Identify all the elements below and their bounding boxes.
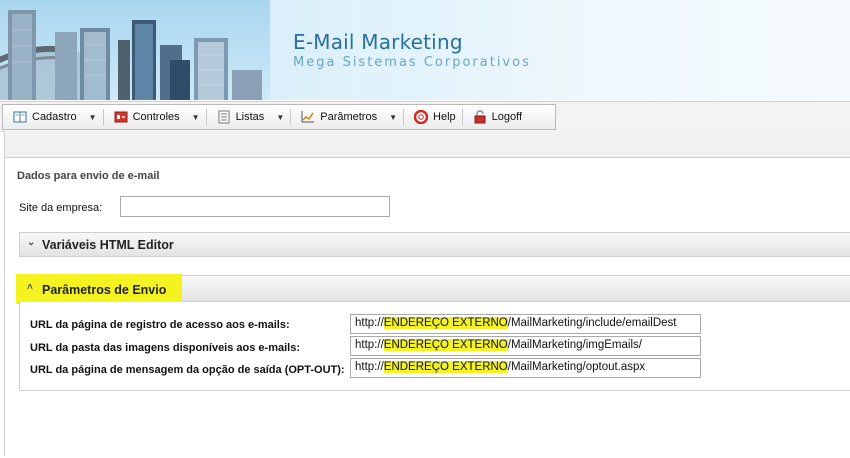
menu-listas[interactable]: Listas ▼ <box>207 105 291 129</box>
url-imagens-input[interactable]: http://ENDEREÇO EXTERNO/MailMarketing/im… <box>350 336 701 356</box>
lock-icon <box>473 110 487 124</box>
lifebuoy-icon <box>413 109 429 125</box>
section-title: Dados para envio de e-mail <box>17 170 160 182</box>
form-container: Dados para envio de e-mail Site da empre… <box>5 157 850 458</box>
panel-html-editor-header[interactable]: ⌄ Variáveis HTML Editor <box>19 232 850 257</box>
chevron-down-icon: ▼ <box>276 112 285 122</box>
skyline-graphic <box>0 10 262 100</box>
highlighted-text: ENDEREÇO EXTERNO <box>383 339 508 351</box>
menu-logoff[interactable]: Logoff <box>463 105 528 129</box>
menu-help[interactable]: Help <box>404 105 462 129</box>
site-input[interactable] <box>120 196 390 217</box>
chevron-down-icon: ⌄ <box>27 237 36 248</box>
list-icon <box>217 110 231 124</box>
app-subtitle: Mega Sistemas Corporativos <box>293 55 531 70</box>
menu-strip: Cadastro ▼ Controles ▼ Listas ▼ Parâmetr… <box>2 104 556 130</box>
chevron-up-icon: ˄ <box>27 282 33 293</box>
menu-help-label: Help <box>433 111 456 123</box>
city-skyline-image <box>0 0 270 100</box>
highlighted-text: ENDEREÇO EXTERNO <box>383 361 508 373</box>
book-icon <box>13 110 27 124</box>
menu-parametros-label: Parâmetros <box>320 111 378 123</box>
content-area: Dados para envio de e-mail Site da empre… <box>4 131 850 458</box>
url-registro-input[interactable]: http://ENDEREÇO EXTERNO/MailMarketing/in… <box>350 314 701 334</box>
menu-cadastro-label: Cadastro <box>32 111 77 123</box>
chevron-down-icon: ▼ <box>191 112 200 122</box>
chart-icon <box>301 110 315 124</box>
menu-listas-label: Listas <box>235 111 265 123</box>
panel-envio-header[interactable]: ˄ Parâmetros de Envio <box>16 274 850 304</box>
panel-envio-body: URL da página de registro de acesso aos … <box>19 302 850 391</box>
panel-envio-title: Parâmetros de Envio <box>42 283 167 297</box>
url-imagens-label: URL da pasta das imagens disponíveis aos… <box>30 342 300 354</box>
menu-cadastro[interactable]: Cadastro ▼ <box>3 105 103 129</box>
chevron-down-icon: ▼ <box>389 112 398 122</box>
menu-logoff-label: Logoff <box>491 111 523 123</box>
controls-icon <box>114 110 128 124</box>
site-label: Site da empresa: <box>19 202 103 214</box>
panel-html-editor-title: Variáveis HTML Editor <box>42 238 174 252</box>
header-banner: E-Mail Marketing Mega Sistemas Corporati… <box>0 0 850 100</box>
menu-parametros[interactable]: Parâmetros ▼ <box>291 105 403 129</box>
chevron-down-icon: ▼ <box>88 112 97 122</box>
highlighted-text: ENDEREÇO EXTERNO <box>383 317 508 329</box>
url-registro-label: URL da página de registro de acesso aos … <box>30 319 290 331</box>
menu-bar: Cadastro ▼ Controles ▼ Listas ▼ Parâmetr… <box>0 101 850 132</box>
menu-controles-label: Controles <box>132 111 180 123</box>
menu-controles[interactable]: Controles ▼ <box>104 105 206 129</box>
url-optout-input[interactable]: http://ENDEREÇO EXTERNO/MailMarketing/op… <box>350 358 701 378</box>
app-title: E-Mail Marketing <box>293 30 463 54</box>
url-optout-label: URL da página de mensagem da opção de sa… <box>30 364 345 376</box>
